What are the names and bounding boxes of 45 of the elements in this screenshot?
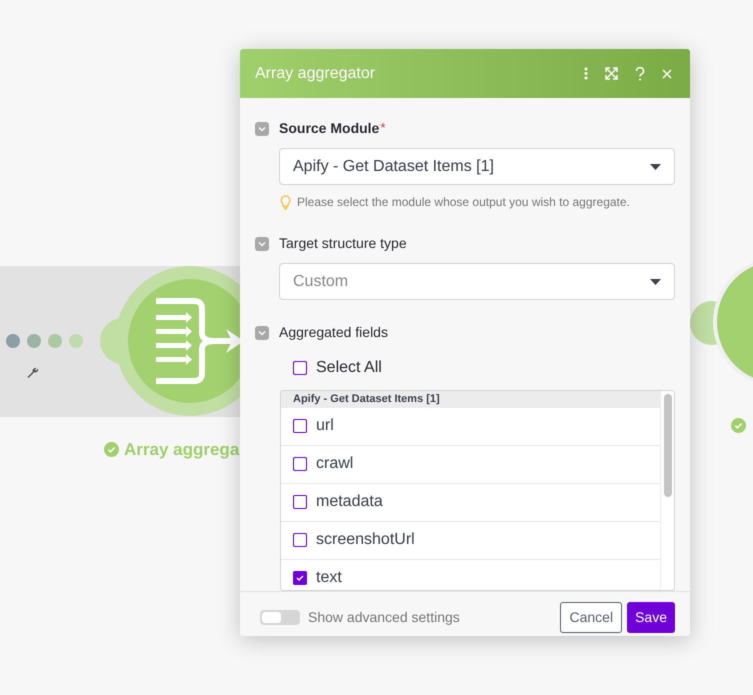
field-list-item[interactable]: screenshotUrl — [281, 522, 660, 560]
help-icon[interactable] — [635, 66, 645, 80]
checkbox[interactable] — [293, 533, 307, 547]
save-button[interactable]: Save — [627, 602, 675, 632]
scrollbar-thumb[interactable] — [664, 394, 672, 497]
collapse-toggle[interactable] — [255, 122, 269, 136]
field-list-item[interactable]: crawl — [281, 446, 660, 484]
chevron-down-icon — [258, 330, 266, 336]
field-label: Source Module — [279, 119, 380, 138]
checkbox[interactable] — [293, 419, 307, 433]
group-header: Apify - Get Dataset Items [1] — [281, 391, 660, 408]
check-circle-icon — [731, 418, 746, 433]
wrench-icon[interactable] — [26, 366, 40, 380]
checkbox[interactable] — [293, 457, 307, 471]
check-circle-icon — [104, 442, 119, 458]
lightbulb-icon — [280, 194, 291, 210]
field-list-item[interactable]: text — [281, 560, 660, 590]
chevron-down-icon — [258, 126, 266, 132]
hint-text: Please select the module whose output you wish to aggregate. — [297, 194, 630, 211]
toggle-label: Show advanced settings — [308, 608, 460, 627]
checkmark-icon — [296, 575, 304, 581]
cancel-button[interactable]: Cancel — [560, 602, 622, 632]
expand-icon[interactable] — [605, 67, 618, 80]
field-label: Target structure type — [279, 234, 407, 253]
node-label: Array aggrega — [124, 439, 240, 461]
select-value: Custom — [293, 272, 348, 292]
checkbox[interactable] — [293, 571, 307, 585]
select-all-label: Select All — [316, 358, 382, 378]
field-list-item[interactable]: url — [281, 408, 660, 446]
select-field[interactable]: Apify - Get Dataset Items [1] — [279, 148, 675, 185]
toggle-switch[interactable] — [260, 610, 300, 624]
collapse-toggle[interactable] — [255, 326, 269, 340]
dropdown-caret-icon — [650, 164, 661, 170]
select-value: Apify - Get Dataset Items [1] — [293, 156, 494, 176]
checkbox[interactable] — [293, 495, 307, 509]
more-icon[interactable] — [584, 67, 588, 80]
dropdown-caret-icon — [650, 278, 661, 284]
dialog-title: Array aggregator — [255, 64, 376, 84]
chevron-down-icon — [258, 240, 266, 246]
field-label: Aggregated fields — [279, 323, 388, 342]
field-list-item[interactable]: metadata — [281, 484, 660, 522]
close-icon[interactable] — [662, 68, 672, 78]
required-asterisk: * — [380, 119, 386, 137]
checkbox[interactable] — [293, 361, 307, 375]
collapse-toggle[interactable] — [255, 236, 269, 250]
